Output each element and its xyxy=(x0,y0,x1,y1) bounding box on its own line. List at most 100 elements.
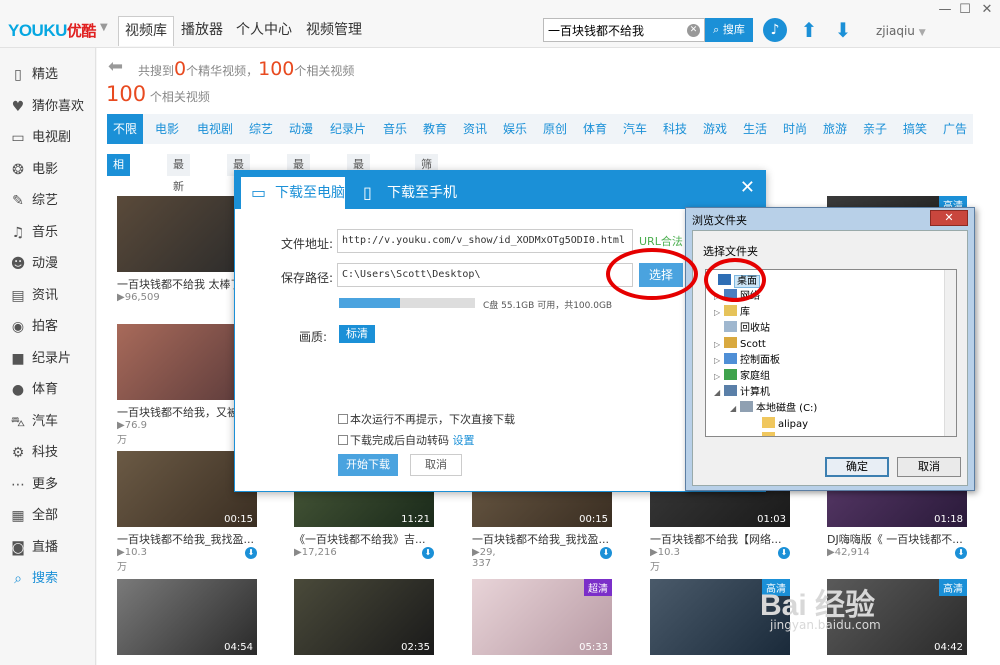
category-item[interactable]: 科技 xyxy=(657,114,693,144)
category-item[interactable]: 综艺 xyxy=(243,114,279,144)
sidebar-item-cars[interactable]: ⛍ 汽车 xyxy=(0,407,96,437)
video-title[interactable]: 一百块钱都不给我_我找盈... xyxy=(117,531,267,547)
video-title[interactable]: 一百块钱都不给我_我找盈... xyxy=(472,531,622,547)
no-prompt-checkbox[interactable] xyxy=(338,414,348,424)
sidebar-item-featured[interactable]: ▯ 精选 xyxy=(0,60,96,90)
category-item[interactable]: 音乐 xyxy=(377,114,413,144)
category-item[interactable]: 纪录片 xyxy=(325,114,371,144)
category-item[interactable]: 娱乐 xyxy=(497,114,533,144)
tab-download-to-pc[interactable]: ▭ 下载至电脑 xyxy=(241,177,345,209)
sidebar-item-anime[interactable]: ☻ 动漫 xyxy=(0,249,96,279)
video-title[interactable]: DJ嗨嗨版《 一百块钱都不... xyxy=(827,531,977,547)
sidebar-item-live[interactable]: ◙ 直播 xyxy=(0,533,96,563)
video-thumbnail[interactable]: 超清 05:33 xyxy=(472,579,612,655)
tab-download-to-phone[interactable]: ▯ 下载至手机 xyxy=(353,177,457,209)
sidebar-item-news[interactable]: ▤ 资讯 xyxy=(0,281,96,311)
category-item[interactable]: 资讯 xyxy=(457,114,493,144)
category-item[interactable]: 教育 xyxy=(417,114,453,144)
category-item[interactable]: 时尚 xyxy=(777,114,813,144)
minimize-icon[interactable]: — xyxy=(936,2,954,18)
category-item[interactable]: 搞笑 xyxy=(897,114,933,144)
tab-player[interactable]: 播放器 xyxy=(175,16,229,46)
tab-video-library[interactable]: 视频库 xyxy=(118,16,174,46)
sidebar-item-more[interactable]: ⋯ 更多 xyxy=(0,470,96,500)
video-thumbnail[interactable]: 02:35 xyxy=(294,579,434,655)
chevron-down-icon[interactable]: ▼ xyxy=(100,22,108,33)
sidebar-item-sports[interactable]: ● 体育 xyxy=(0,375,96,405)
category-item[interactable]: 电影 xyxy=(149,114,185,144)
tab-personal-center[interactable]: 个人中心 xyxy=(230,16,298,46)
category-item[interactable]: 游戏 xyxy=(697,114,733,144)
tree-node-recycle-bin[interactable]: 回收站 xyxy=(714,321,770,336)
expander[interactable]: ▷ xyxy=(714,353,724,368)
ok-button[interactable]: 确定 xyxy=(825,457,889,477)
cancel-button[interactable]: 取消 xyxy=(410,454,462,476)
sidebar-item-music[interactable]: ♫ 音乐 xyxy=(0,218,96,248)
save-path-field[interactable]: C:\Users\Scott\Desktop\ xyxy=(337,263,633,287)
username[interactable]: zjiaqiu ▼ xyxy=(876,24,926,38)
clock-icon[interactable]: ♪ xyxy=(763,18,787,42)
sidebar-item-paike[interactable]: ◉ 拍客 xyxy=(0,312,96,342)
settings-link[interactable]: 设置 xyxy=(453,434,475,447)
category-item[interactable]: 不限 xyxy=(107,114,143,144)
tree-node-local-disk[interactable]: ◢ 本地磁盘 (C:) xyxy=(730,401,817,416)
category-item[interactable]: 亲子 xyxy=(857,114,893,144)
tree-node-control-panel[interactable]: ▷ 控制面板 xyxy=(714,353,780,368)
download-icon[interactable]: ⬇ xyxy=(600,547,612,559)
video-title[interactable]: 一百块钱都不给我【网络... xyxy=(650,531,800,547)
no-prompt-option[interactable]: 本次运行不再提示，下次直接下载 xyxy=(338,411,515,427)
expander[interactable]: ◢ xyxy=(730,401,740,416)
sidebar-item-variety[interactable]: ✎ 综艺 xyxy=(0,186,96,216)
sidebar-item-tech[interactable]: ⚙ 科技 xyxy=(0,438,96,468)
tree-node-library[interactable]: ▷ 库 xyxy=(714,305,750,320)
tree-node-user[interactable]: ▷ Scott xyxy=(714,337,766,352)
category-item[interactable]: 动漫 xyxy=(283,114,319,144)
expander[interactable]: ▷ xyxy=(714,305,724,320)
sidebar-item-all[interactable]: ▦ 全部 xyxy=(0,501,96,531)
tree-node-homegroup[interactable]: ▷ 家庭组 xyxy=(714,369,770,384)
sidebar-item-recommended[interactable]: ♥ 猜你喜欢 xyxy=(0,92,96,122)
category-item[interactable]: 旅游 xyxy=(817,114,853,144)
auto-convert-checkbox[interactable] xyxy=(338,435,348,445)
tree-node-computer[interactable]: ◢ 计算机 xyxy=(714,385,770,400)
download-icon[interactable]: ⬇ xyxy=(245,547,257,559)
sidebar-item-movies[interactable]: ❂ 电影 xyxy=(0,155,96,185)
back-arrow-icon[interactable]: ⬅ xyxy=(108,56,123,77)
category-item[interactable]: 体育 xyxy=(577,114,613,144)
category-item[interactable]: 电视剧 xyxy=(193,114,237,144)
auto-convert-option[interactable]: 下载完成后自动转码 设置 xyxy=(338,432,475,448)
category-item[interactable]: 广告 xyxy=(937,114,973,144)
upload-icon[interactable]: ⬆ xyxy=(797,18,821,42)
tree-scrollbar[interactable] xyxy=(944,270,956,436)
category-item[interactable]: 汽车 xyxy=(617,114,653,144)
tab-video-management[interactable]: 视频管理 xyxy=(300,16,368,46)
download-icon[interactable]: ⬇ xyxy=(422,547,434,559)
search-input[interactable] xyxy=(544,19,682,41)
sidebar-item-documentary[interactable]: ■ 纪录片 xyxy=(0,344,96,374)
url-field[interactable]: http://v.youku.com/v_show/id_XODMxOTg5OD… xyxy=(337,229,633,253)
sort-newest[interactable]: 最新发布 xyxy=(167,154,190,237)
category-item[interactable]: 生活 xyxy=(737,114,773,144)
maximize-icon[interactable]: ☐ xyxy=(956,2,974,18)
download-icon[interactable]: ⬇ xyxy=(831,18,855,42)
close-icon[interactable]: ✕ xyxy=(740,177,755,198)
sidebar-item-search[interactable]: ⌕ 搜索 xyxy=(0,564,96,594)
tree-node-folder[interactable]: ... xyxy=(752,432,788,436)
video-title[interactable]: 《一百块钱都不给我》吉... xyxy=(294,531,444,547)
expander[interactable]: ◢ xyxy=(714,385,724,400)
category-item[interactable]: 原创 xyxy=(537,114,573,144)
sort-relevance[interactable]: 相关程度 xyxy=(107,154,130,237)
search-button[interactable]: ⌕ 搜库 xyxy=(705,18,753,42)
close-icon[interactable]: ✕ xyxy=(930,210,968,226)
quality-option[interactable]: 标清 xyxy=(339,325,375,343)
expander[interactable]: ▷ xyxy=(714,369,724,384)
expander[interactable]: ▷ xyxy=(714,337,724,352)
cancel-button[interactable]: 取消 xyxy=(897,457,961,477)
tree-node-alipay[interactable]: alipay xyxy=(752,417,808,432)
download-icon[interactable]: ⬇ xyxy=(778,547,790,559)
start-download-button[interactable]: 开始下载 xyxy=(338,454,398,476)
clear-icon[interactable]: ✕ xyxy=(687,24,700,37)
video-thumbnail[interactable]: 04:54 xyxy=(117,579,257,655)
close-icon[interactable]: ✕ xyxy=(978,2,996,18)
sidebar-item-tv-series[interactable]: ▭ 电视剧 xyxy=(0,123,96,153)
